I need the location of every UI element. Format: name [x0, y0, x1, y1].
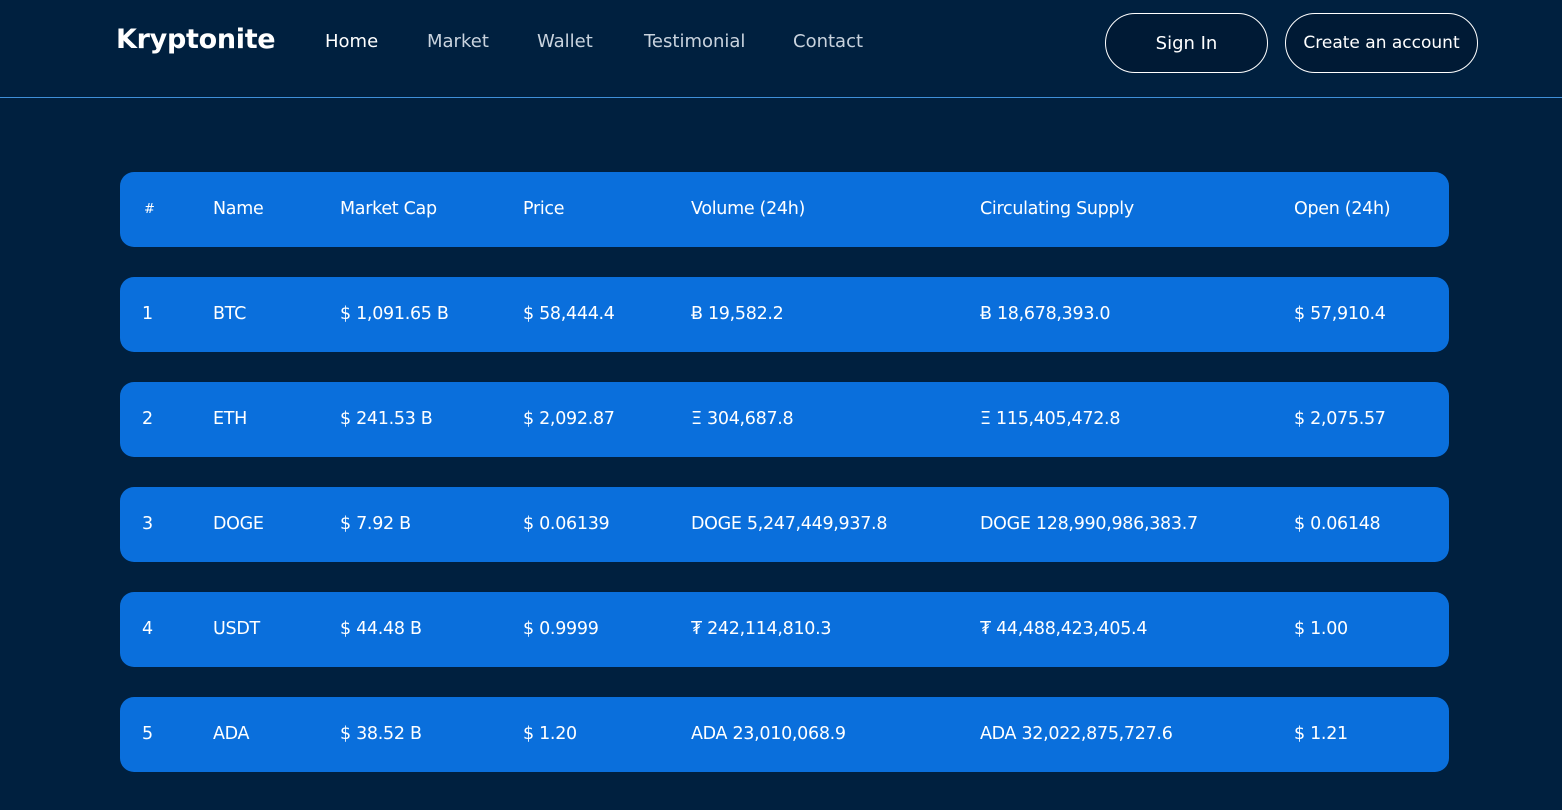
cell-rank: 5 [142, 724, 153, 744]
cell-circulating-supply: ADA 32,022,875,727.6 [980, 724, 1173, 744]
sign-in-button[interactable]: Sign In [1105, 13, 1268, 73]
cell-circulating-supply: Ƀ 18,678,393.0 [980, 304, 1111, 324]
cell-price: $ 1.20 [523, 724, 577, 744]
cell-volume: DOGE 5,247,449,937.8 [691, 514, 888, 534]
nav-home-link[interactable]: Home [325, 31, 378, 52]
nav-testimonial-link[interactable]: Testimonial [644, 31, 745, 52]
create-account-button[interactable]: Create an account [1285, 13, 1478, 73]
cell-price: $ 0.9999 [523, 619, 599, 639]
cell-rank: 4 [142, 619, 153, 639]
column-header-rank: # [144, 202, 155, 217]
cell-volume: Ƀ 19,582.2 [691, 304, 784, 324]
cell-circulating-supply: Ξ 115,405,472.8 [980, 409, 1121, 429]
cell-market-cap: $ 241.53 B [340, 409, 433, 429]
cell-name: ADA [213, 724, 250, 744]
column-header-market-cap: Market Cap [340, 199, 437, 219]
column-header-open: Open (24h) [1294, 199, 1391, 219]
cell-open: $ 2,075.57 [1294, 409, 1386, 429]
market-table-header: # Name Market Cap Price Volume (24h) Cir… [120, 172, 1449, 247]
cell-name: ETH [213, 409, 248, 429]
cell-market-cap: $ 44.48 B [340, 619, 422, 639]
brand-logo[interactable]: Kryptonite [116, 24, 276, 55]
nav-contact-link[interactable]: Contact [793, 31, 863, 52]
column-header-volume: Volume (24h) [691, 199, 806, 219]
table-row[interactable]: 2 ETH $ 241.53 B $ 2,092.87 Ξ 304,687.8 … [120, 382, 1449, 457]
column-header-name: Name [213, 199, 264, 219]
column-header-price: Price [523, 199, 565, 219]
nav-market-link[interactable]: Market [427, 31, 489, 52]
cell-market-cap: $ 7.92 B [340, 514, 411, 534]
column-header-circulating-supply: Circulating Supply [980, 199, 1134, 219]
cell-rank: 1 [142, 304, 153, 324]
cell-price: $ 0.06139 [523, 514, 610, 534]
cell-circulating-supply: DOGE 128,990,986,383.7 [980, 514, 1198, 534]
top-navbar: Kryptonite Home Market Wallet Testimonia… [0, 0, 1562, 98]
cell-rank: 3 [142, 514, 153, 534]
cell-open: $ 57,910.4 [1294, 304, 1386, 324]
cell-volume: ADA 23,010,068.9 [691, 724, 846, 744]
cell-open: $ 1.00 [1294, 619, 1348, 639]
table-row[interactable]: 3 DOGE $ 7.92 B $ 0.06139 DOGE 5,247,449… [120, 487, 1449, 562]
cell-market-cap: $ 1,091.65 B [340, 304, 449, 324]
cell-price: $ 58,444.4 [523, 304, 615, 324]
cell-market-cap: $ 38.52 B [340, 724, 422, 744]
cell-circulating-supply: ₮ 44,488,423,405.4 [980, 619, 1148, 639]
cell-price: $ 2,092.87 [523, 409, 615, 429]
page: Kryptonite Home Market Wallet Testimonia… [0, 0, 1562, 810]
cell-volume: ₮ 242,114,810.3 [691, 619, 832, 639]
table-row[interactable]: 4 USDT $ 44.48 B $ 0.9999 ₮ 242,114,810.… [120, 592, 1449, 667]
nav-wallet-link[interactable]: Wallet [537, 31, 593, 52]
cell-rank: 2 [142, 409, 153, 429]
cell-name: USDT [213, 619, 260, 639]
table-row[interactable]: 5 ADA $ 38.52 B $ 1.20 ADA 23,010,068.9 … [120, 697, 1449, 772]
cell-volume: Ξ 304,687.8 [691, 409, 794, 429]
cell-open: $ 1.21 [1294, 724, 1348, 744]
cell-open: $ 0.06148 [1294, 514, 1381, 534]
table-row[interactable]: 1 BTC $ 1,091.65 B $ 58,444.4 Ƀ 19,582.2… [120, 277, 1449, 352]
cell-name: DOGE [213, 514, 264, 534]
cell-name: BTC [213, 304, 246, 324]
